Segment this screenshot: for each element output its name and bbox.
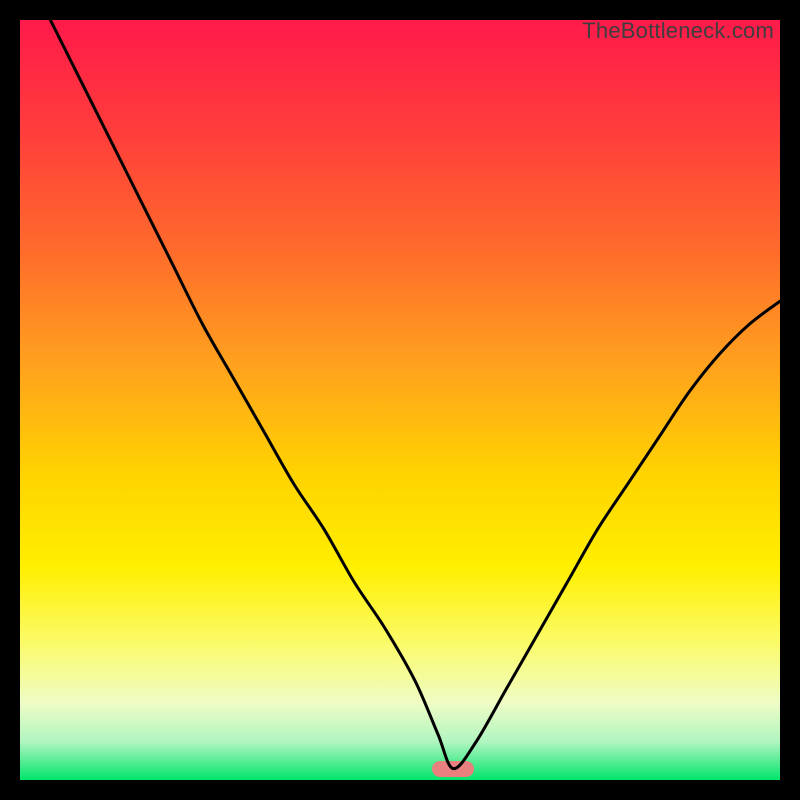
- chart-frame: TheBottleneck.com: [20, 20, 780, 780]
- watermark-label: TheBottleneck.com: [582, 20, 774, 44]
- plot-area: TheBottleneck.com: [20, 20, 780, 780]
- bottleneck-curve: [20, 20, 780, 780]
